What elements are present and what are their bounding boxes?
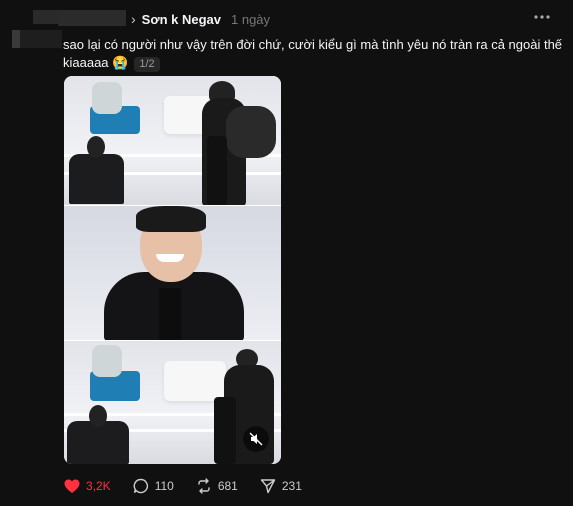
like-button[interactable]: 3,2K — [64, 479, 111, 494]
repost-icon — [196, 478, 212, 494]
repost-count: 681 — [217, 479, 238, 493]
share-button[interactable]: 231 — [260, 478, 302, 494]
post-time: 1 ngày — [231, 11, 271, 27]
share-count: 231 — [281, 479, 302, 493]
chevron-right-icon: › — [131, 11, 136, 27]
reply-count: 110 — [154, 479, 174, 493]
post-caption: sao lại có người như vậy trên đời chứ, c… — [63, 36, 563, 72]
blurred-avatar-overlay — [12, 30, 62, 48]
blurred-avatar[interactable] — [33, 10, 58, 24]
repost-button[interactable]: 681 — [196, 478, 238, 494]
heart-icon — [64, 479, 80, 494]
action-bar: 3,2K 110 681 231 — [64, 477, 324, 495]
post-header: › Sơn k Negav 1 ngày — [131, 10, 270, 28]
like-count: 3,2K — [86, 479, 111, 493]
video-frame-middle — [64, 206, 281, 341]
video-frame-bottom — [64, 341, 281, 464]
video-frame-top — [64, 76, 281, 206]
comment-icon — [133, 478, 149, 494]
more-options-icon[interactable] — [533, 10, 553, 26]
mute-icon[interactable] — [243, 426, 269, 452]
author-name[interactable]: Sơn k Negav — [142, 12, 221, 27]
reply-button[interactable]: 110 — [133, 478, 174, 494]
blurred-username[interactable] — [58, 10, 126, 26]
send-icon — [260, 478, 276, 494]
post-video[interactable] — [64, 76, 281, 464]
page-indicator: 1/2 — [134, 57, 160, 72]
